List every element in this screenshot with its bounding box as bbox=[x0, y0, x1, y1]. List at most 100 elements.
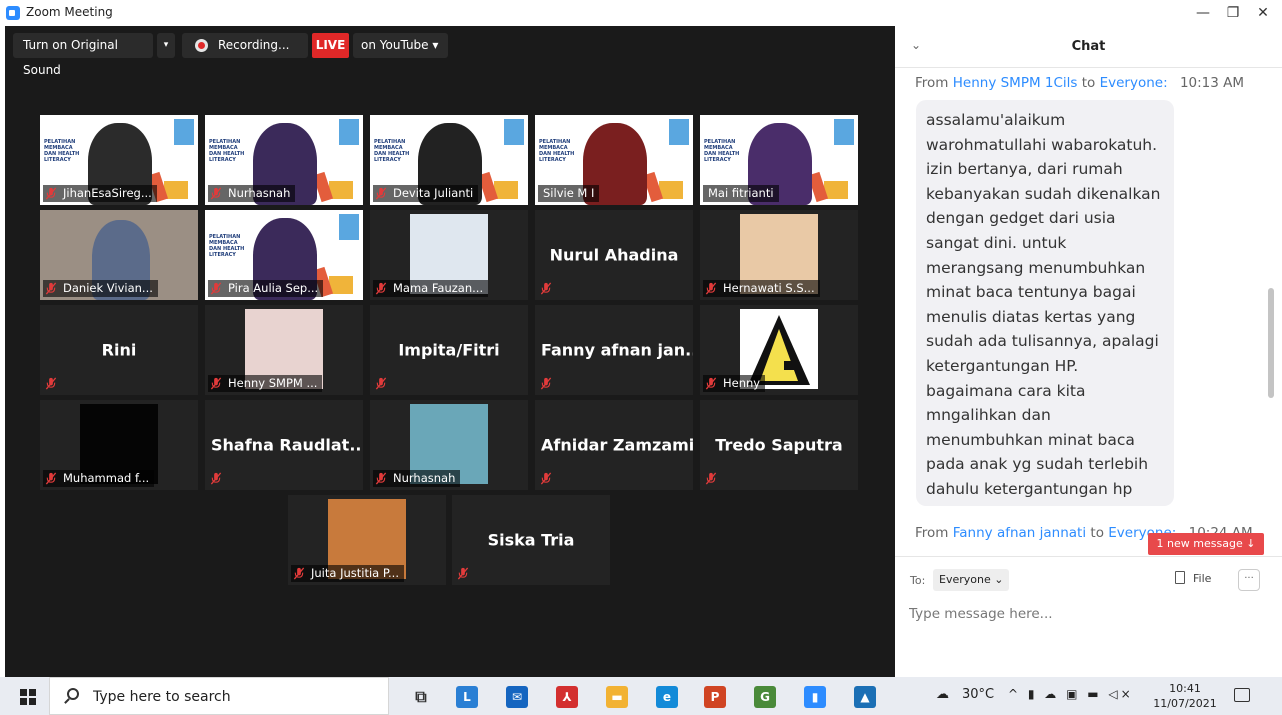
muted-mic-icon bbox=[210, 187, 222, 200]
participant-tile[interactable]: PELATIHAN MEMBACA DAN HEALTH LITERACY Nur… bbox=[205, 115, 363, 205]
participant-tile[interactable]: PELATIHAN MEMBACA DAN HEALTH LITERACY Mai… bbox=[700, 115, 858, 205]
edge-icon[interactable]: e bbox=[656, 686, 678, 708]
muted-mic-icon bbox=[45, 187, 57, 200]
file-label: File bbox=[1193, 572, 1212, 585]
muted-mic-icon bbox=[375, 472, 387, 485]
weather-icon[interactable]: ☁ bbox=[936, 687, 949, 702]
search-icon bbox=[67, 688, 79, 700]
recording-indicator[interactable]: Recording... bbox=[182, 33, 308, 58]
mail-icon[interactable]: ✉ bbox=[506, 686, 528, 708]
taskbar-search-input[interactable] bbox=[93, 686, 373, 708]
taskbar-clock[interactable]: 10:41 11/07/2021 bbox=[1150, 681, 1220, 711]
participant-name-label: Muhammad f... bbox=[43, 470, 155, 487]
participant-tile[interactable]: Shafna Raudlat... bbox=[205, 400, 363, 490]
participant-tile[interactable]: Daniek Vivian... bbox=[40, 210, 198, 300]
message-sender[interactable]: Henny SMPM 1Cils bbox=[953, 75, 1078, 91]
participant-tile[interactable]: Impita/Fitri bbox=[370, 305, 528, 395]
participant-name-label: Pira Aulia Sep... bbox=[208, 280, 324, 297]
file-button[interactable]: File bbox=[1175, 571, 1211, 585]
participant-name-label: Hernawati S.S... bbox=[703, 280, 820, 297]
chrome-icon[interactable]: G bbox=[754, 686, 776, 708]
taskbar-search[interactable] bbox=[49, 677, 389, 715]
participant-tile[interactable]: Tredo Saputra bbox=[700, 400, 858, 490]
participant-name-label: JihanEsaSireg... bbox=[43, 185, 157, 202]
to-text: to bbox=[1081, 75, 1096, 91]
minimize-button[interactable]: — bbox=[1188, 3, 1218, 23]
participant-name-label: Mai fitrianti bbox=[703, 185, 779, 202]
participant-name-label: Daniek Vivian... bbox=[43, 280, 158, 297]
muted-mic-icon bbox=[210, 282, 222, 295]
participant-tile[interactable]: Muhammad f... bbox=[40, 400, 198, 490]
participant-tile[interactable]: PELATIHAN MEMBACA DAN HEALTH LITERACY Pir… bbox=[205, 210, 363, 300]
participant-tile[interactable]: Nurhasnah bbox=[370, 400, 528, 490]
record-icon bbox=[195, 39, 208, 52]
to-text: to bbox=[1090, 525, 1104, 541]
l-app-icon[interactable]: L bbox=[456, 686, 478, 708]
participant-tile[interactable]: Siska Tria bbox=[452, 495, 610, 585]
zoom-icon[interactable]: ▮ bbox=[804, 686, 826, 708]
weather-temp[interactable]: 30°C bbox=[962, 687, 994, 702]
muted-mic-icon bbox=[457, 567, 469, 580]
participant-tile[interactable]: Fanny afnan jan... bbox=[535, 305, 693, 395]
muted-mic-icon bbox=[705, 377, 717, 390]
participant-tile[interactable]: PELATIHAN MEMBACA DAN HEALTH LITERACY Jih… bbox=[40, 115, 198, 205]
participant-tile[interactable]: Mama Fauzan... bbox=[370, 210, 528, 300]
chat-message-input[interactable] bbox=[909, 601, 1269, 627]
muted-mic-icon bbox=[705, 472, 717, 485]
chat-title: Chat bbox=[1071, 39, 1106, 54]
message-recipient[interactable]: Everyone: bbox=[1100, 75, 1168, 91]
slide-title: PELATIHAN MEMBACA DAN HEALTH LITERACY bbox=[209, 139, 245, 163]
original-sound-dropdown[interactable]: ▾ bbox=[157, 33, 175, 58]
participant-name-label: Silvie M I bbox=[538, 185, 600, 202]
youtube-live-dropdown[interactable]: on YouTube ▾ bbox=[353, 33, 448, 58]
participant-tile[interactable]: Nurul Ahadina bbox=[535, 210, 693, 300]
participant-tile[interactable]: PELATIHAN MEMBACA DAN HEALTH LITERACY Sil… bbox=[535, 115, 693, 205]
participant-name-label: Juita Justitia P... bbox=[291, 565, 404, 582]
powerpoint-icon[interactable]: P bbox=[704, 686, 726, 708]
recipient-select[interactable]: Everyone ⌄ bbox=[933, 569, 1010, 591]
muted-mic-icon bbox=[210, 377, 222, 390]
to-label: To: bbox=[910, 574, 926, 587]
muted-mic-icon bbox=[293, 567, 305, 580]
participant-tile[interactable]: Rini bbox=[40, 305, 198, 395]
live-badge: LIVE bbox=[312, 33, 349, 58]
participant-tile[interactable]: Henny bbox=[700, 305, 858, 395]
photos-icon[interactable]: ▲ bbox=[854, 686, 876, 708]
participant-tile[interactable]: Henny SMPM ... bbox=[205, 305, 363, 395]
participant-tile[interactable]: Hernawati S.S... bbox=[700, 210, 858, 300]
message-time: 10:13 AM bbox=[1179, 75, 1245, 91]
file-icon bbox=[1175, 571, 1185, 584]
muted-mic-icon bbox=[375, 187, 387, 200]
participant-name-label: Devita Julianti bbox=[373, 185, 479, 202]
chat-panel: ⌄ Chat From Henny SMPM 1Cils to Everyone… bbox=[895, 26, 1282, 677]
system-tray-icons[interactable]: ^ ▮ ☁ ▣ ▬ ◁× bbox=[1008, 687, 1134, 701]
folder-icon[interactable]: ▬ bbox=[606, 686, 628, 708]
chat-header: ⌄ Chat bbox=[895, 26, 1282, 68]
muted-mic-icon bbox=[45, 472, 57, 485]
participant-display-name: Fanny afnan jan... bbox=[541, 340, 693, 360]
participant-tile[interactable]: Afnidar Zamzami bbox=[535, 400, 693, 490]
participant-display-name: Siska Tria bbox=[487, 530, 575, 550]
muted-mic-icon bbox=[375, 377, 387, 390]
new-message-button[interactable]: 1 new message ↓ bbox=[1148, 533, 1264, 555]
notification-icon[interactable] bbox=[1234, 688, 1250, 702]
original-sound-button[interactable]: Turn on Original Sound bbox=[13, 33, 153, 77]
windows-taskbar: ⧉ L ✉ ⅄ ▬ e P G ▮ ▲ ☁ 30°C ^ ▮ ☁ ▣ ▬ ◁× 10:41 11/… bbox=[0, 677, 1282, 715]
muted-mic-icon bbox=[45, 282, 57, 295]
close-button[interactable]: ✕ bbox=[1248, 3, 1278, 23]
slide-title: PELATIHAN MEMBACA DAN HEALTH LITERACY bbox=[539, 139, 575, 163]
clock-time: 10:41 bbox=[1169, 682, 1201, 695]
pdf-icon[interactable]: ⅄ bbox=[556, 686, 578, 708]
message-sender[interactable]: Fanny afnan jannati bbox=[953, 525, 1086, 541]
chat-scrollbar[interactable] bbox=[1268, 288, 1274, 398]
participant-tile[interactable]: Juita Justitia P... bbox=[288, 495, 446, 585]
participant-tile[interactable]: PELATIHAN MEMBACA DAN HEALTH LITERACY Dev… bbox=[370, 115, 528, 205]
windows-start-icon[interactable] bbox=[20, 689, 36, 705]
task-view-icon[interactable]: ⧉ bbox=[410, 686, 432, 708]
slide-title: PELATIHAN MEMBACA DAN HEALTH LITERACY bbox=[44, 139, 80, 163]
muted-mic-icon bbox=[210, 472, 222, 485]
slide-title: PELATIHAN MEMBACA DAN HEALTH LITERACY bbox=[374, 139, 410, 163]
more-options-button[interactable]: ··· bbox=[1238, 569, 1260, 591]
restore-button[interactable]: ❐ bbox=[1218, 3, 1248, 23]
participant-name-label: Mama Fauzan... bbox=[373, 280, 489, 297]
